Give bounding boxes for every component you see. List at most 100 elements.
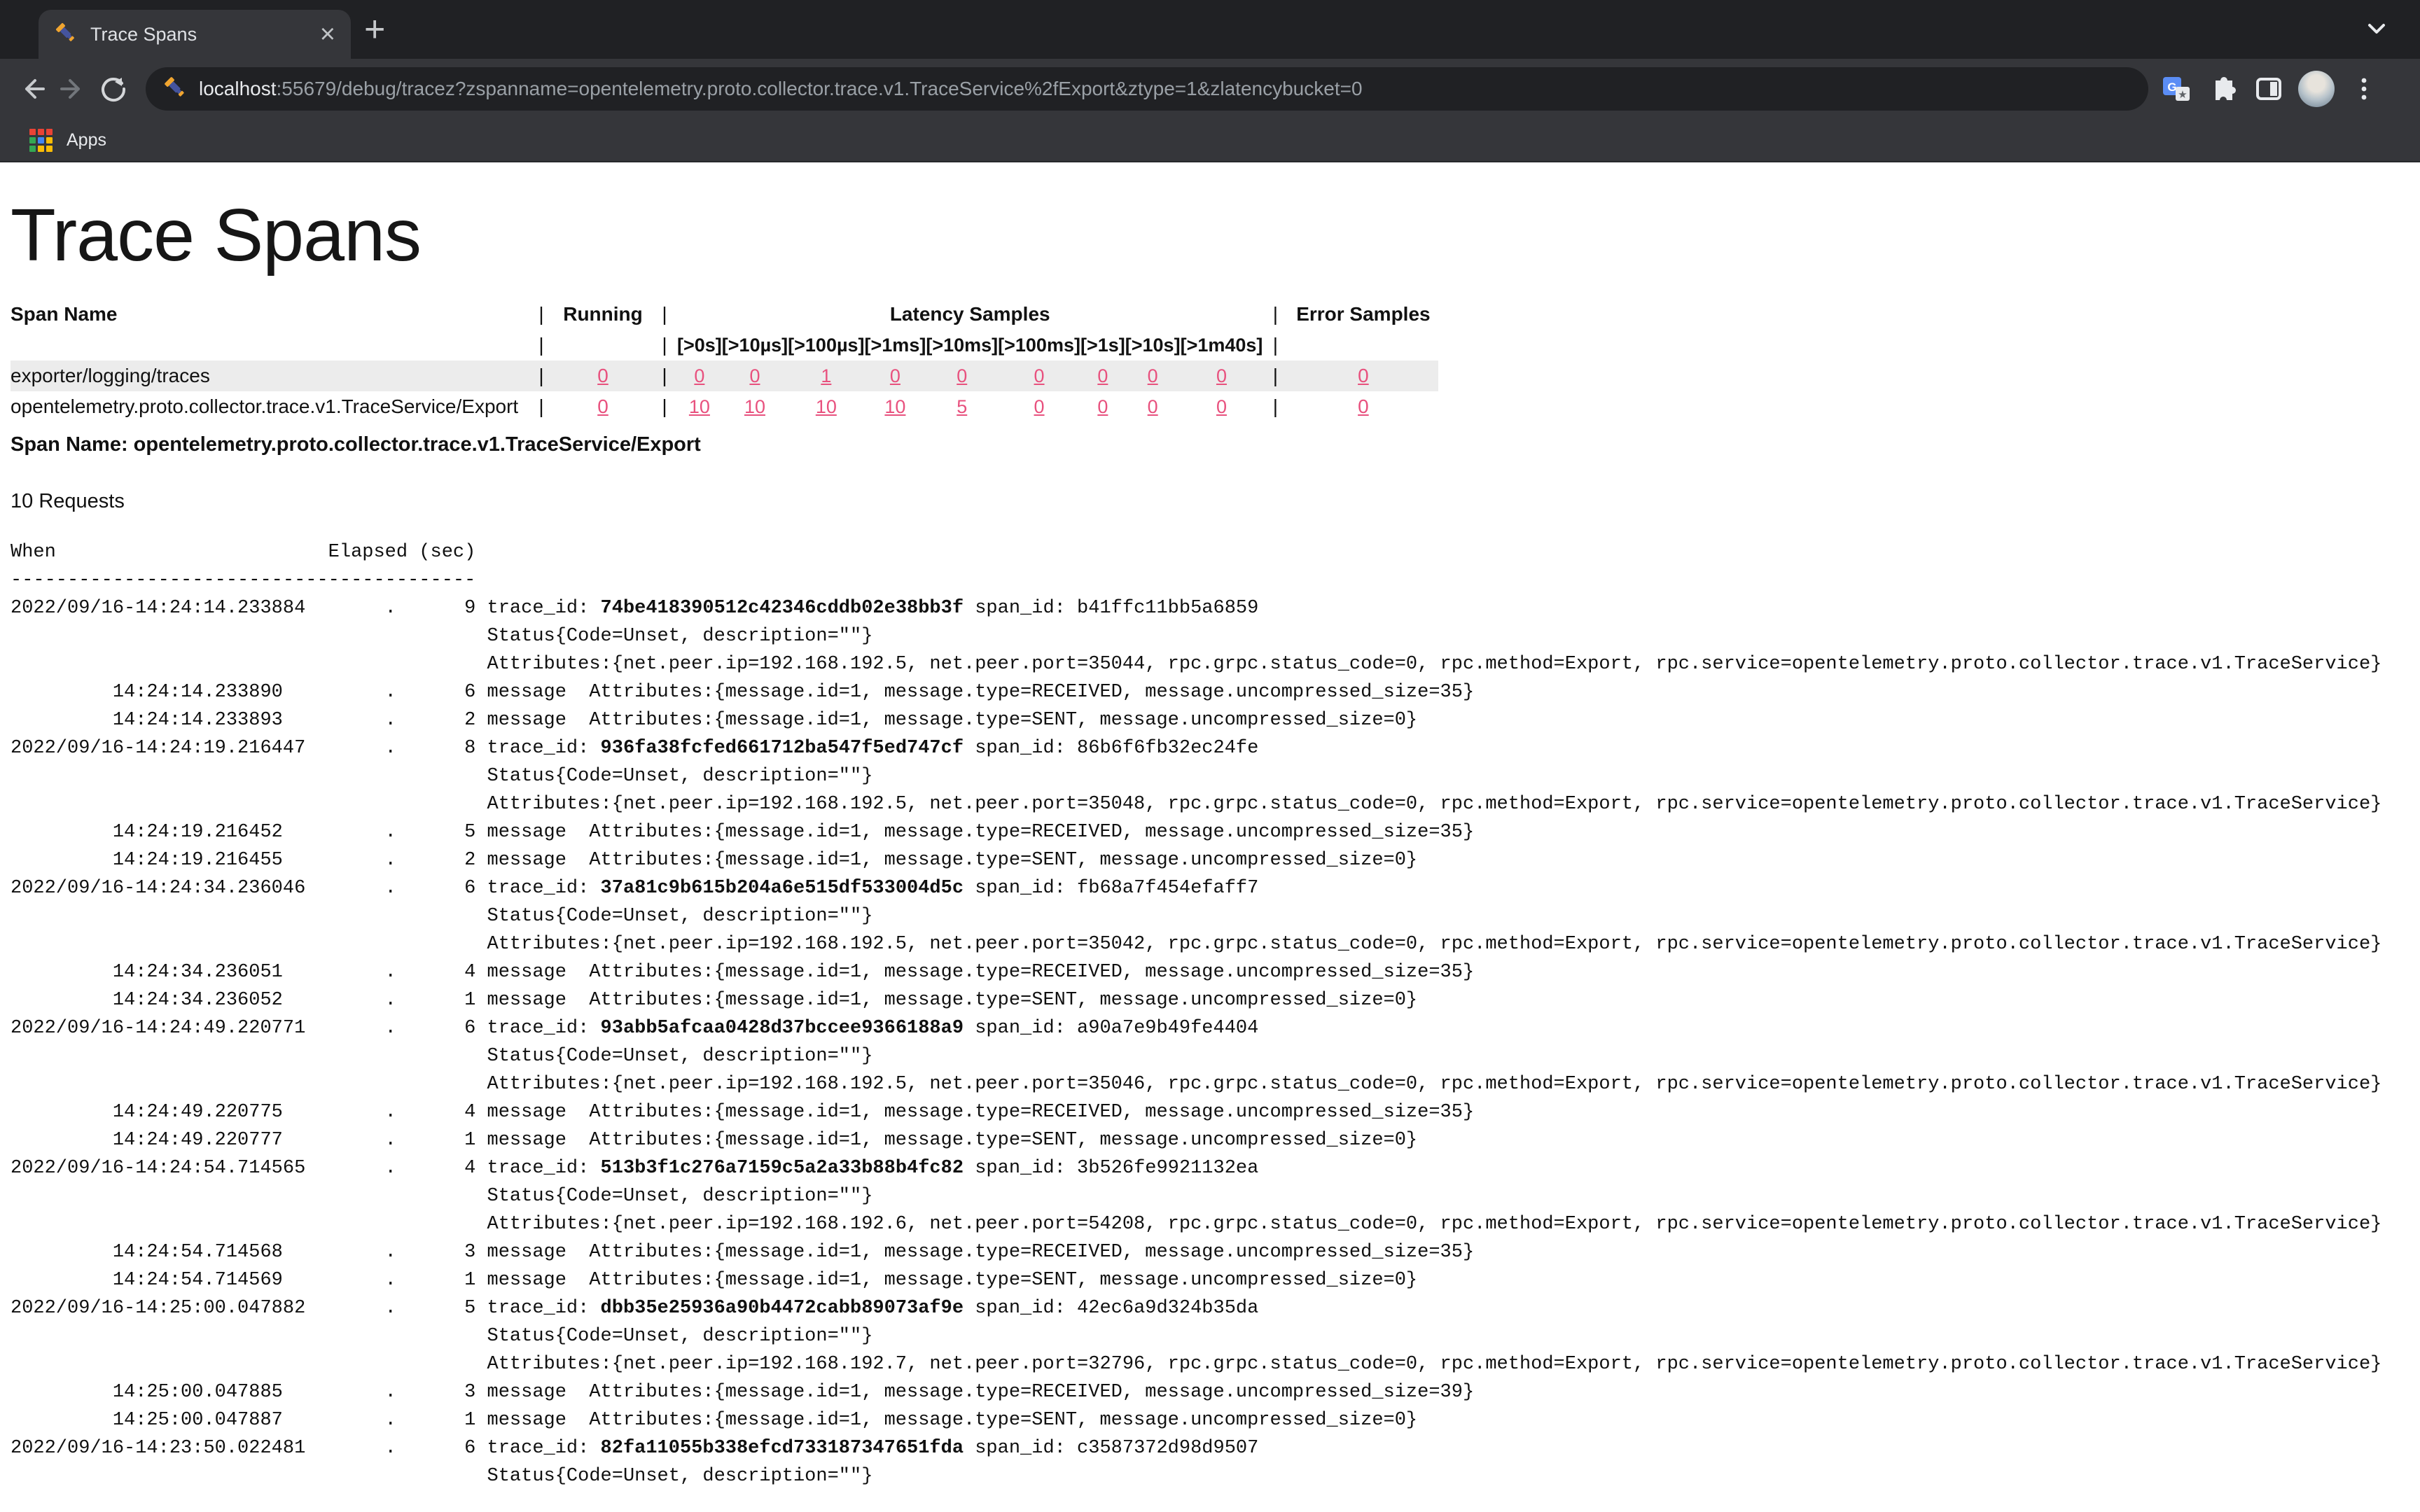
tab-search-chevron-icon[interactable] bbox=[2363, 20, 2391, 43]
bucket-count-link[interactable]: 0 bbox=[1216, 365, 1227, 386]
log-line: 14:25:00.047887 . 1 message Attributes:{… bbox=[11, 1406, 2420, 1434]
summary-row: exporter/logging/traces|0|001000000|0 bbox=[11, 360, 1438, 391]
log-line: Attributes:{net.peer.ip=192.168.192.6, n… bbox=[11, 1210, 2420, 1238]
bucket-count-link[interactable]: 0 bbox=[749, 365, 760, 386]
log-line: 2022/09/16-14:24:19.216447 . 8 trace_id:… bbox=[11, 734, 2420, 762]
log-line: ----------------------------------------… bbox=[11, 566, 2420, 594]
new-tab-button[interactable]: + bbox=[364, 8, 385, 50]
latency-bucket-label: [>100ms] bbox=[998, 330, 1080, 360]
log-line: 14:24:54.714569 . 1 message Attributes:{… bbox=[11, 1266, 2420, 1294]
bucket-count-link[interactable]: 0 bbox=[694, 365, 704, 386]
latency-bucket-label: [>10µs] bbox=[722, 330, 788, 360]
bucket-count-link[interactable]: 10 bbox=[884, 396, 905, 417]
column-separator: | bbox=[1263, 330, 1288, 360]
svg-text:★: ★ bbox=[2178, 88, 2187, 101]
bucket-count-link[interactable]: 1 bbox=[821, 365, 831, 386]
svg-text:G: G bbox=[2167, 80, 2176, 94]
log-line: Status{Code=Unset, description=""} bbox=[11, 902, 2420, 930]
bucket-count-link[interactable]: 10 bbox=[689, 396, 710, 417]
bucket-count-link[interactable]: 0 bbox=[1148, 396, 1158, 417]
latency-bucket-label: [>1ms] bbox=[865, 330, 926, 360]
column-separator: | bbox=[652, 391, 677, 422]
bookmark-apps[interactable]: Apps bbox=[67, 130, 106, 150]
log-line: 14:24:14.233890 . 6 message Attributes:{… bbox=[11, 678, 2420, 706]
bucket-count-link[interactable]: 0 bbox=[1097, 365, 1108, 386]
selected-span-heading: Span Name: opentelemetry.proto.collector… bbox=[11, 433, 2420, 456]
extensions-puzzle-icon[interactable] bbox=[2206, 72, 2239, 106]
log-line: 14:24:34.236052 . 1 message Attributes:{… bbox=[11, 986, 2420, 1014]
log-line: 14:24:49.220775 . 4 message Attributes:{… bbox=[11, 1098, 2420, 1126]
summary-table: Span Name|Running|Latency Samples|Error … bbox=[11, 299, 1438, 422]
tab-close-icon[interactable]: × bbox=[320, 21, 335, 48]
bucket-count-link[interactable]: 0 bbox=[1097, 396, 1108, 417]
bucket-count-link[interactable]: 10 bbox=[816, 396, 837, 417]
error-count-link[interactable]: 0 bbox=[1358, 365, 1369, 386]
log-line: When Elapsed (sec) bbox=[11, 538, 2420, 566]
tab-strip: Trace Spans × + bbox=[0, 0, 2420, 59]
reload-icon[interactable] bbox=[97, 72, 130, 106]
log-line: Status{Code=Unset, description=""} bbox=[11, 762, 2420, 790]
log-line: Status{Code=Unset, description=""} bbox=[11, 622, 2420, 650]
bucket-count-link[interactable]: 0 bbox=[1216, 396, 1227, 417]
url-bar[interactable]: localhost:55679/debug/tracez?zspanname=o… bbox=[146, 67, 2148, 111]
log-line: Status{Code=Unset, description=""} bbox=[11, 1042, 2420, 1070]
translate-icon[interactable]: G ★ bbox=[2160, 72, 2193, 106]
bucket-count-link[interactable]: 0 bbox=[1034, 365, 1045, 386]
telescope-favicon-icon bbox=[54, 21, 78, 48]
log-line: Attributes:{net.peer.ip=192.168.192.5, n… bbox=[11, 650, 2420, 678]
bucket-header-row: ||[>0s][>10µs][>100µs][>1ms][>10ms][>100… bbox=[11, 330, 1438, 360]
side-panel-icon[interactable] bbox=[2252, 72, 2286, 106]
apps-grid-icon bbox=[29, 129, 53, 152]
summary-row: opentelemetry.proto.collector.trace.v1.T… bbox=[11, 391, 1438, 422]
error-count-link[interactable]: 0 bbox=[1358, 396, 1369, 417]
log-line: 14:24:54.714568 . 3 message Attributes:{… bbox=[11, 1238, 2420, 1266]
running-count-link[interactable]: 0 bbox=[597, 365, 609, 386]
bucket-count-link[interactable]: 0 bbox=[890, 365, 900, 386]
latency-bucket-label: [>100µs] bbox=[788, 330, 864, 360]
log-line: Attributes:{net.peer.ip=192.168.192.5, n… bbox=[11, 930, 2420, 958]
url-host: localhost bbox=[199, 78, 277, 99]
bucket-count-link[interactable]: 5 bbox=[957, 396, 967, 417]
log-line: 2022/09/16-14:24:34.236046 . 6 trace_id:… bbox=[11, 874, 2420, 902]
span-name-cell: exporter/logging/traces bbox=[11, 360, 529, 391]
bucket-count-link[interactable]: 0 bbox=[1148, 365, 1158, 386]
log-line: 14:25:00.047885 . 3 message Attributes:{… bbox=[11, 1378, 2420, 1406]
browser-tab[interactable]: Trace Spans × bbox=[39, 10, 351, 59]
col-span-name: Span Name bbox=[11, 299, 529, 330]
column-separator: | bbox=[1263, 360, 1288, 391]
column-separator: | bbox=[529, 299, 554, 330]
browser-menu-icon[interactable] bbox=[2347, 72, 2381, 106]
log-line: 2022/09/16-14:24:14.233884 . 9 trace_id:… bbox=[11, 594, 2420, 622]
latency-bucket-label: [>10ms] bbox=[926, 330, 998, 360]
log-line: 14:24:19.216452 . 5 message Attributes:{… bbox=[11, 818, 2420, 846]
log-line: Status{Code=Unset, description=""} bbox=[11, 1182, 2420, 1210]
running-count-link[interactable]: 0 bbox=[597, 396, 609, 417]
log-line: 2022/09/16-14:24:54.714565 . 4 trace_id:… bbox=[11, 1154, 2420, 1182]
log-line: 2022/09/16-14:25:00.047882 . 5 trace_id:… bbox=[11, 1294, 2420, 1322]
log-line: Status{Code=Unset, description=""} bbox=[11, 1322, 2420, 1350]
url-path: :55679/debug/tracez?zspanname=openteleme… bbox=[277, 78, 1363, 99]
requests-count: 10 Requests bbox=[11, 490, 2420, 513]
back-icon[interactable] bbox=[15, 72, 49, 106]
column-separator: | bbox=[1263, 299, 1288, 330]
telescope-favicon-icon bbox=[162, 75, 188, 104]
profile-avatar[interactable] bbox=[2298, 71, 2335, 107]
bucket-count-link[interactable]: 0 bbox=[957, 365, 967, 386]
latency-bucket-label: [>10s] bbox=[1125, 330, 1181, 360]
forward-icon[interactable] bbox=[56, 72, 90, 106]
latency-bucket-label: [>1m40s] bbox=[1181, 330, 1263, 360]
column-separator: | bbox=[529, 330, 554, 360]
column-separator: | bbox=[652, 299, 677, 330]
tab-title: Trace Spans bbox=[90, 24, 313, 46]
column-separator: | bbox=[652, 330, 677, 360]
log-line: Attributes:{net.peer.ip=192.168.192.5, n… bbox=[11, 1070, 2420, 1098]
log-line: Status{Code=Unset, description=""} bbox=[11, 1462, 2420, 1490]
browser-toolbar: localhost:55679/debug/tracez?zspanname=o… bbox=[0, 59, 2420, 119]
log-line: 2022/09/16-14:23:50.022481 . 6 trace_id:… bbox=[11, 1434, 2420, 1462]
bucket-count-link[interactable]: 0 bbox=[1034, 396, 1045, 417]
log-line: 14:24:49.220777 . 1 message Attributes:{… bbox=[11, 1126, 2420, 1154]
latency-bucket-label: [>1s] bbox=[1080, 330, 1125, 360]
log-line: 14:24:19.216455 . 2 message Attributes:{… bbox=[11, 846, 2420, 874]
bucket-count-link[interactable]: 10 bbox=[744, 396, 765, 417]
column-separator: | bbox=[1263, 391, 1288, 422]
